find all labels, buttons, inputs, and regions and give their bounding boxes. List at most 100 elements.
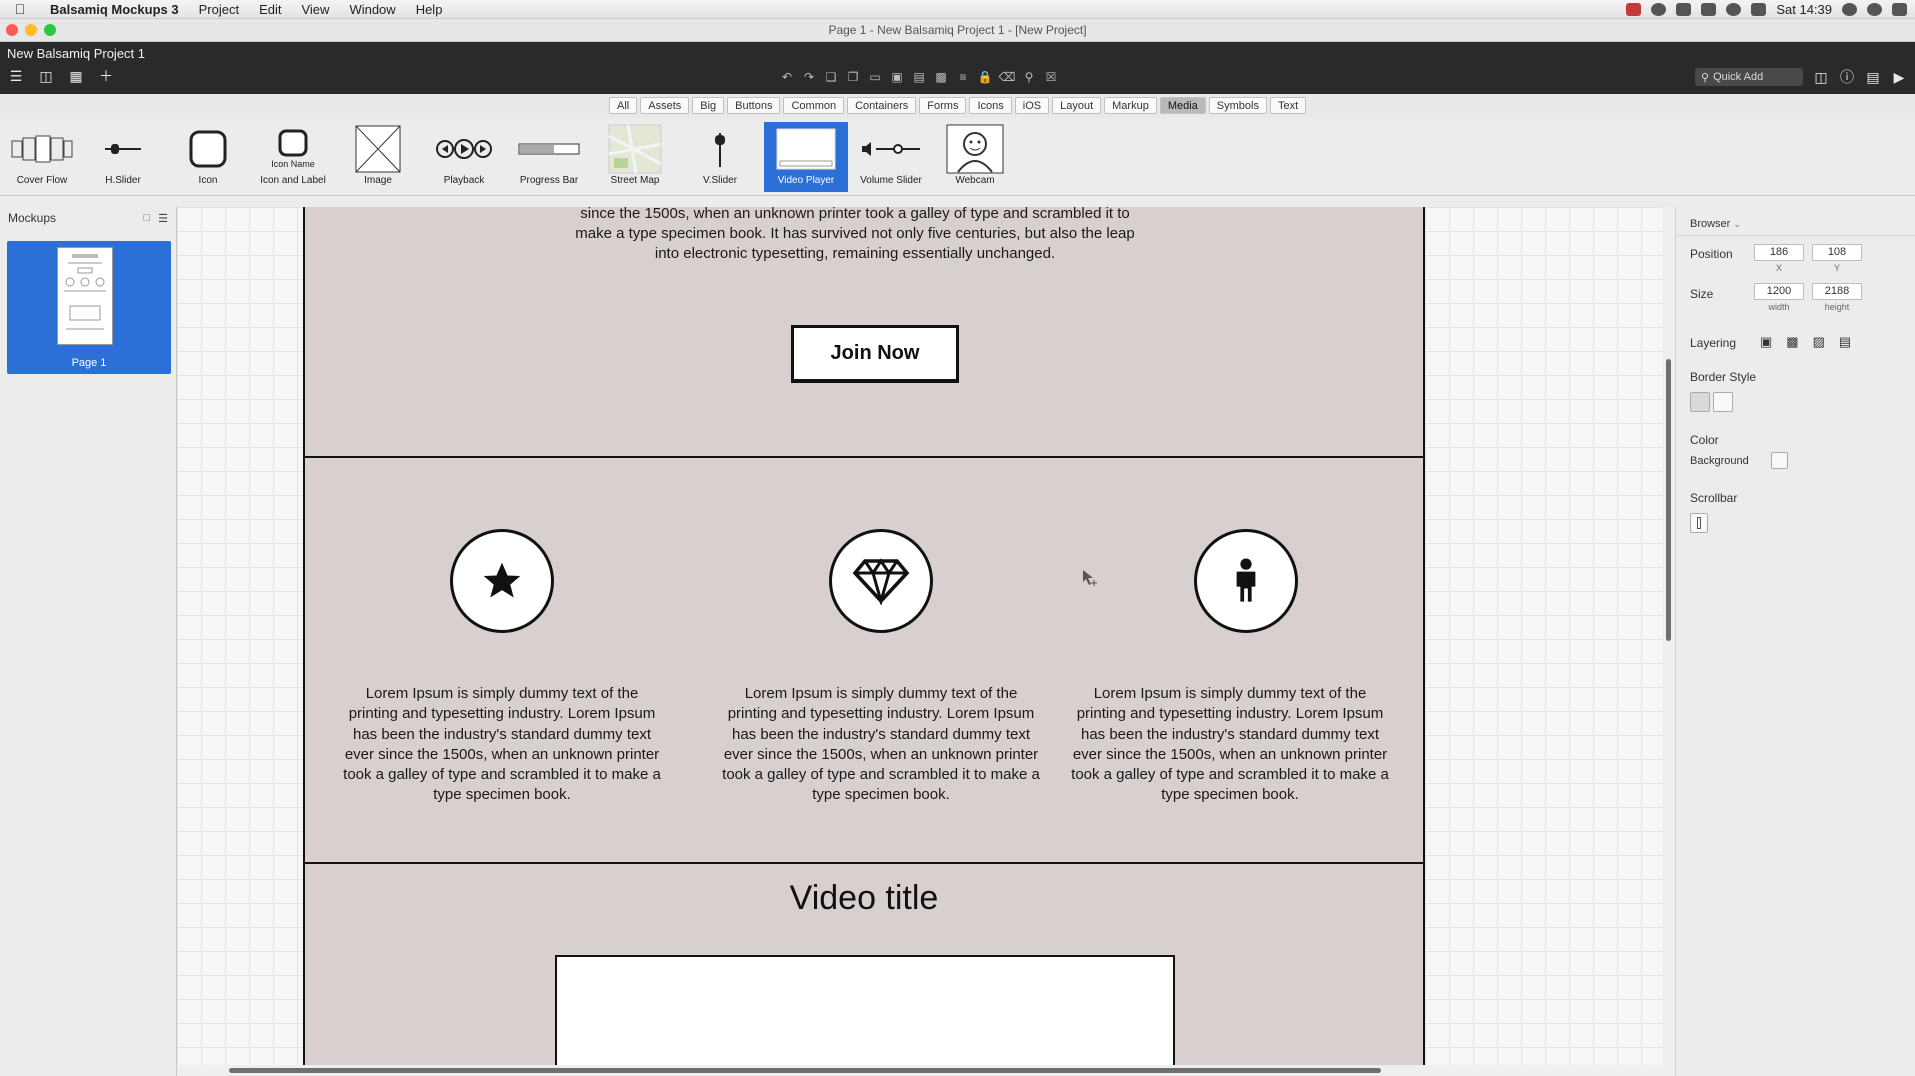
feature-text[interactable]: Lorem Ipsum is simply dummy text of the … xyxy=(721,684,1041,806)
feature-text[interactable]: Lorem Ipsum is simply dummy text of the … xyxy=(1070,684,1390,806)
filter-tab-forms[interactable]: Forms xyxy=(919,97,967,114)
ui-library-icon[interactable]: ◫ xyxy=(1813,69,1829,85)
undo-icon[interactable]: ↶ xyxy=(780,70,794,84)
redo-icon[interactable]: ↷ xyxy=(802,70,816,84)
find-icon[interactable]: ⚲ xyxy=(1022,70,1036,84)
window-title-bar: Page 1 - New Balsamiq Project 1 - [New P… xyxy=(0,19,1915,42)
group-icon[interactable]: ▣ xyxy=(890,70,904,84)
filter-tab-markup[interactable]: Markup xyxy=(1104,97,1157,114)
send-backward-icon[interactable]: ▨ xyxy=(1813,334,1825,350)
component-v-slider[interactable]: V.Slider xyxy=(678,122,762,192)
bring-forward-icon[interactable]: ▩ xyxy=(1786,334,1798,350)
component-label: Progress Bar xyxy=(519,175,579,186)
paste-icon[interactable]: ❐ xyxy=(846,70,860,84)
component-icon-and-label[interactable]: Icon Name Icon and Label xyxy=(251,122,335,192)
siri-icon[interactable] xyxy=(1867,3,1882,16)
bring-to-front-icon[interactable]: ▣ xyxy=(1760,334,1772,350)
background-color-swatch[interactable] xyxy=(1771,452,1788,469)
filter-tab-containers[interactable]: Containers xyxy=(847,97,917,114)
align-icon[interactable]: ▩ xyxy=(934,70,948,84)
distribute-icon[interactable]: ≡ xyxy=(956,70,970,84)
height-input[interactable]: 2188 xyxy=(1812,283,1862,300)
y-caption: Y xyxy=(1833,263,1840,273)
scrollbar-toggle-button[interactable] xyxy=(1690,513,1708,533)
filter-tab-big[interactable]: Big xyxy=(692,97,725,114)
component-progress-bar[interactable]: Progress Bar xyxy=(507,122,591,192)
creative-cloud-icon[interactable] xyxy=(1651,3,1667,16)
ungroup-icon[interactable]: ▤ xyxy=(912,70,926,84)
clock[interactable]: Sat 14:39 xyxy=(1776,2,1832,17)
filter-tab-text[interactable]: Text xyxy=(1269,97,1307,114)
width-input[interactable]: 1200 xyxy=(1754,283,1804,300)
wifi-icon[interactable] xyxy=(1751,3,1767,16)
quick-add-input[interactable]: ⚲ Quick Add xyxy=(1695,68,1803,86)
info-icon[interactable]: ⓘ xyxy=(1839,69,1855,85)
app-status-icon[interactable] xyxy=(1626,3,1642,16)
inspector-header[interactable]: Browser ⌄ xyxy=(1690,218,1741,230)
component-h-slider[interactable]: H.Slider xyxy=(81,122,165,192)
border-style-square-button[interactable] xyxy=(1690,392,1710,412)
filter-tab-layout[interactable]: Layout xyxy=(1052,97,1102,114)
notes-icon[interactable]: ▤ xyxy=(1865,69,1881,85)
component-volume-slider[interactable]: Volume Slider xyxy=(849,122,933,192)
position-x-input[interactable]: 186 xyxy=(1754,244,1804,261)
menu-app-name[interactable]: Balsamiq Mockups 3 xyxy=(40,2,189,17)
component-webcam[interactable]: Webcam xyxy=(933,122,1017,192)
menu-help[interactable]: Help xyxy=(406,2,453,17)
border-style-sketch-button[interactable] xyxy=(1713,392,1733,412)
video-player-placeholder[interactable] xyxy=(555,955,1175,1076)
filter-tab-ios[interactable]: iOS xyxy=(1014,97,1050,114)
mockup-canvas[interactable]: since the 1500s, when an unknown printer… xyxy=(177,207,1664,1076)
filter-tab-buttons[interactable]: Buttons xyxy=(727,97,781,114)
menu-project[interactable]: Project xyxy=(189,2,249,17)
notification-center-icon[interactable] xyxy=(1892,3,1907,16)
panel-view-toggle-icon[interactable]: □ xyxy=(143,212,150,225)
add-mockup-icon[interactable]: ＋ xyxy=(98,68,114,84)
lock-icon[interactable]: 🔒 xyxy=(978,70,993,84)
component-icon[interactable]: Icon xyxy=(166,122,250,192)
link-icon[interactable]: ☒ xyxy=(1044,70,1058,84)
presentation-icon[interactable]: ▶ xyxy=(1891,69,1907,85)
component-cover-flow[interactable]: Cover Flow xyxy=(0,122,84,192)
component-street-map[interactable]: Street Map xyxy=(593,122,677,192)
vertical-scrollbar[interactable] xyxy=(1663,207,1675,1076)
panel-list-icon[interactable]: ☰ xyxy=(158,212,168,225)
filter-tab-all[interactable]: All xyxy=(609,97,638,114)
menu-edit[interactable]: Edit xyxy=(249,2,291,17)
hero-paragraph[interactable]: since the 1500s, when an unknown printer… xyxy=(575,207,1135,264)
menu-view[interactable]: View xyxy=(291,2,339,17)
page-thumbnail[interactable]: Page 1 xyxy=(7,241,171,374)
component-image[interactable]: Image xyxy=(336,122,420,192)
filter-tab-assets[interactable]: Assets xyxy=(640,97,690,114)
clipboard-icon[interactable]: ▭ xyxy=(868,70,882,84)
browser-mockup[interactable]: since the 1500s, when an unknown printer… xyxy=(303,207,1425,1076)
apple-menu-icon[interactable]:  xyxy=(0,1,40,17)
icon-and-label-caption: Icon Name xyxy=(271,159,315,169)
filter-tab-icons[interactable]: Icons xyxy=(969,97,1012,114)
filter-tab-common[interactable]: Common xyxy=(783,97,845,114)
project-name[interactable]: New Balsamiq Project 1 xyxy=(7,46,145,61)
delete-icon[interactable]: ⌫ xyxy=(999,70,1016,84)
filter-tab-symbols[interactable]: Symbols xyxy=(1208,97,1267,114)
playback-controls-icon xyxy=(436,139,492,159)
horizontal-scrollbar[interactable] xyxy=(177,1065,1663,1076)
copy-icon[interactable]: ❏ xyxy=(824,70,838,84)
horizontal-scroll-thumb[interactable] xyxy=(229,1068,1381,1073)
hamburger-menu-icon[interactable]: ☰ xyxy=(8,68,24,84)
position-y-input[interactable]: 108 xyxy=(1812,244,1862,261)
grid-view-icon[interactable]: ▦ xyxy=(68,68,84,84)
component-playback[interactable]: Playback xyxy=(422,122,506,192)
send-to-back-icon[interactable]: ▤ xyxy=(1839,334,1851,350)
spotlight-icon[interactable] xyxy=(1842,3,1857,16)
bluetooth-icon[interactable] xyxy=(1726,3,1742,16)
feature-text[interactable]: Lorem Ipsum is simply dummy text of the … xyxy=(342,684,662,806)
airplay-icon[interactable] xyxy=(1701,3,1717,16)
menu-window[interactable]: Window xyxy=(339,2,405,17)
video-title[interactable]: Video title xyxy=(305,879,1423,918)
single-view-icon[interactable]: ◫ xyxy=(38,68,54,84)
vertical-scroll-thumb[interactable] xyxy=(1666,359,1671,641)
join-now-button[interactable]: Join Now xyxy=(791,325,959,383)
dropbox-icon[interactable] xyxy=(1676,3,1692,16)
filter-tab-media[interactable]: Media xyxy=(1159,97,1206,114)
component-video-player[interactable]: Video Player xyxy=(764,122,848,192)
